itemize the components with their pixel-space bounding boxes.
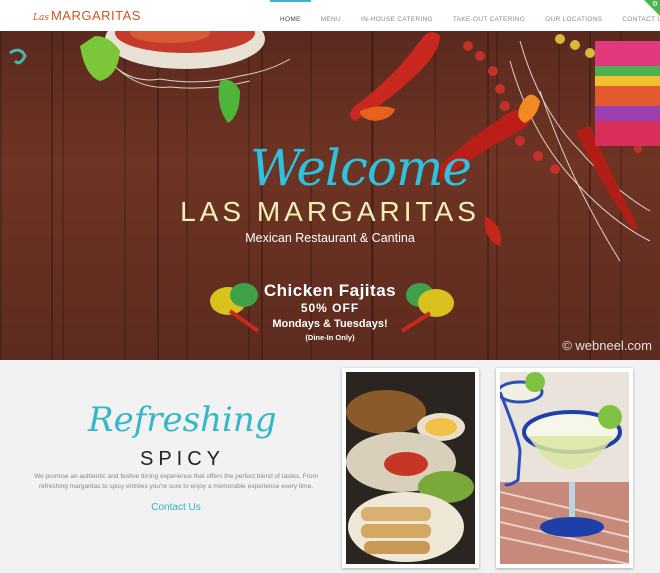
food-platter-photo: [342, 368, 479, 568]
serape-blanket-image: [595, 41, 660, 146]
watermark: © webneel.com: [562, 338, 652, 353]
logo[interactable]: Las MARGARITAS: [33, 8, 141, 23]
about-section: Refreshing SPICY We promise an authentic…: [0, 360, 660, 573]
logo-main-text: MARGARITAS: [50, 8, 141, 23]
salsa-bowl-image: [105, 31, 265, 69]
gear-icon: ⚙: [651, 1, 658, 8]
hero-welcome-script: Welcome: [250, 139, 472, 197]
menu-item-home[interactable]: HOME: [270, 0, 311, 31]
menu-item-in-house-catering[interactable]: IN-HOUSE CATERING: [351, 0, 443, 31]
hero-brand-title: LAS MARGARITAS: [180, 196, 480, 227]
about-description: We promise an authentic and festive dini…: [34, 473, 318, 490]
top-navigation-bar: Las MARGARITAS HOME MENU IN-HOUSE CATERI…: [0, 0, 660, 31]
menu-item-our-locations[interactable]: OUR LOCATIONS: [535, 0, 612, 31]
margarita-glasses-photo: [496, 368, 633, 568]
hero-banner: Welcome LAS MARGARITAS Mexican Restauran…: [0, 31, 660, 360]
main-menu: HOME MENU IN-HOUSE CATERING TAKE-OUT CAT…: [270, 0, 660, 31]
menu-item-take-out-catering[interactable]: TAKE-OUT CATERING: [443, 0, 535, 31]
logo-script-text: Las: [33, 13, 49, 23]
promo-days: Mondays & Tuesdays!: [272, 318, 388, 330]
contact-us-link[interactable]: Contact Us: [26, 502, 326, 513]
promo-discount: 50% OFF: [300, 301, 360, 315]
promo-title: Chicken Fajitas: [263, 281, 397, 300]
about-script-heading: Refreshing: [88, 400, 277, 440]
hero-tagline: Mexican Restaurant & Cantina: [245, 231, 415, 245]
promo-note: (Dine-In Only): [305, 333, 355, 342]
menu-item-menu[interactable]: MENU: [311, 0, 351, 31]
about-heading: SPICY: [140, 448, 226, 470]
